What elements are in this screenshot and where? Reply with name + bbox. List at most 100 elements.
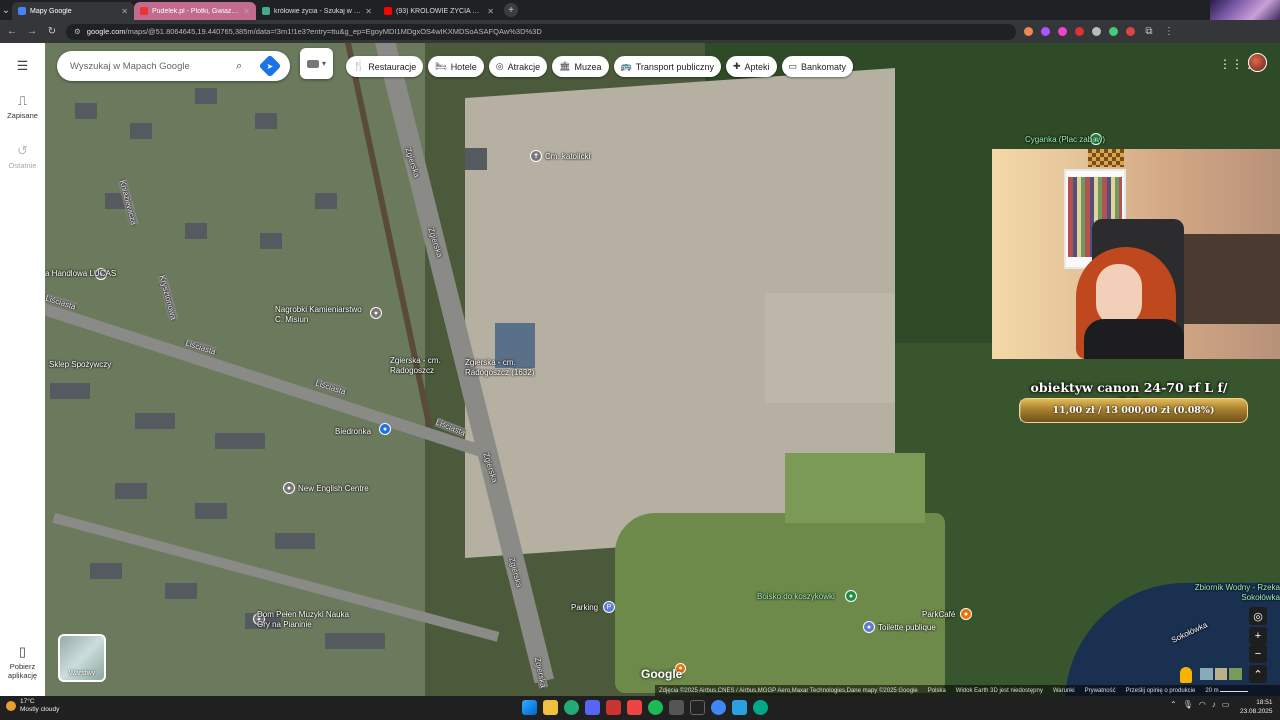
windows-start-icon[interactable] [522,700,537,715]
cemetery-pin-icon[interactable]: ✝ [530,150,542,162]
parking-pin-icon[interactable]: P [603,601,615,613]
close-icon[interactable]: ✕ [243,7,250,16]
app-icon[interactable] [606,700,621,715]
extension-icon[interactable] [1041,27,1050,36]
cafe-pin-icon[interactable]: ● [960,608,972,620]
reload-icon[interactable]: ↻ [46,26,58,37]
tab-youtube[interactable]: (93) KRÓLOWIE ŻYCIA Sezon 6 ✕ [378,2,500,20]
scale-bar[interactable]: 20 m [1205,688,1249,694]
school-pin-icon[interactable]: ● [283,482,295,494]
place-label[interactable]: Boisko do koszykówki [757,592,835,601]
close-icon[interactable]: ✕ [365,7,372,16]
app-icon[interactable] [669,700,684,715]
place-label[interactable]: Zgierska - cm. Radogoszcz (1632) [465,358,545,378]
extension-icon[interactable] [1109,27,1118,36]
obs-icon[interactable] [627,700,642,715]
pegman-icon[interactable] [1180,667,1192,683]
terms-link[interactable]: Warunki [1053,688,1075,694]
recent-button[interactable]: ↺ Ostatnie [0,143,45,170]
volume-icon[interactable]: ♪ [1212,700,1216,709]
close-icon[interactable]: ✕ [487,7,494,16]
privacy-link[interactable]: Prywatność [1085,688,1116,694]
chip-restaurants[interactable]: 🍴 Restauracje [346,56,424,77]
download-app-button[interactable]: ▯ Pobierz aplikację [0,644,45,680]
toilet-pin-icon[interactable]: ● [863,621,875,633]
weather-widget[interactable]: 17°C Mostly cloudy [6,698,59,714]
discord-icon[interactable] [585,700,600,715]
place-label[interactable]: ParkCafé [922,610,955,619]
place-label[interactable]: Cyganka (Plac zabaw) [1025,135,1105,144]
place-label[interactable]: Parking [571,603,598,612]
extensions-puzzle-icon[interactable]: ⧉ [1143,26,1155,37]
menu-button[interactable]: ☰ [0,58,45,76]
chip-atms[interactable]: ▭ Bankomaty [781,56,854,77]
pharmacy-icon: ✚ [732,61,741,71]
file-explorer-icon[interactable] [543,700,558,715]
chip-attractions[interactable]: ◎ Atrakcje [488,56,548,77]
directions-button[interactable]: ➤ [258,54,282,78]
keyboard-input-button[interactable]: ▾ [300,48,333,79]
extension-icon[interactable] [1126,27,1135,36]
battery-icon[interactable]: ▭ [1222,700,1230,709]
layers-button[interactable]: Warstwy [58,634,106,682]
place-label[interactable]: Biedronka [335,427,371,436]
site-info-icon[interactable]: ⚙ [74,27,81,36]
tab-google-search[interactable]: królowie życia - Szukaj w Googl ✕ [256,2,378,20]
spotify-icon[interactable] [648,700,663,715]
forward-arrow-icon[interactable]: → [26,26,38,37]
satellite-map[interactable]: ▲ Cyganka (Plac zabaw) ✝ Cm. katolicki Z… [45,43,1280,696]
place-label[interactable]: Cm. katolicki [545,152,590,161]
chip-hotels[interactable]: 🛏 Hotele [428,56,484,77]
chip-transit[interactable]: 🚌 Transport publiczny [613,56,721,77]
store-pin-icon[interactable]: ● [370,307,382,319]
chevron-up-icon[interactable]: ⌃ [1170,700,1177,709]
github-icon[interactable] [690,700,705,715]
search-icon[interactable]: ⌕ [236,60,252,73]
chrome-profile-icon[interactable] [711,700,726,715]
place-label[interactable]: Zbiornik Wodny - Rzeka Sokołówka [1190,583,1280,603]
building [465,148,487,170]
back-arrow-icon[interactable]: ← [6,26,18,37]
imagery-thumbnails[interactable] [1200,668,1243,680]
chip-museums[interactable]: 🏛 Muzea [552,56,609,77]
place-label[interactable]: Sklep Spożywczy [49,360,111,369]
extension-icon[interactable] [1075,27,1084,36]
extension-icon[interactable] [1092,27,1101,36]
building [275,533,315,549]
app-icon[interactable] [732,700,747,715]
extension-icon[interactable] [1058,27,1067,36]
place-label[interactable]: Nagrobki Kamieniarstwo C. Misiun [275,305,370,325]
expand-button[interactable]: ⌃ [1249,665,1267,683]
place-label[interactable]: New English Centre [298,484,369,493]
tab-menu-icon[interactable]: ⌄ [0,5,12,16]
url-field[interactable]: ⚙ google.com/maps/@51.8064645,19.440765,… [66,23,1016,40]
country-link[interactable]: Polska [928,688,946,694]
place-label[interactable]: Toilette publique [878,623,936,632]
browser-menu-icon[interactable]: ⋮ [1163,26,1175,37]
address-bar-row: ← → ↻ ⚙ google.com/maps/@51.8064645,19.4… [0,20,1280,43]
edge-icon[interactable] [753,700,768,715]
chip-pharmacies[interactable]: ✚ Apteki [725,56,777,77]
new-tab-button[interactable]: + [504,3,518,17]
saved-button[interactable]: ⎍ Zapisane [0,93,45,120]
close-icon[interactable]: ✕ [121,7,128,16]
search-input[interactable] [70,60,230,72]
shopping-pin-icon[interactable]: ● [379,423,391,435]
chrome-icon[interactable] [564,700,579,715]
place-label[interactable]: Dom Pełen Muzyki Nauka Gry na Pianinie [257,610,352,630]
extension-icon[interactable] [1024,27,1033,36]
keyboard-icon [306,59,319,68]
tab-pudelek[interactable]: Pudelek.pl - Plotki, Gwiazdy, S ✕ [134,2,256,20]
my-location-button[interactable]: ◎ [1249,607,1267,625]
field-area [785,453,925,523]
zoom-in-button[interactable]: + [1249,627,1267,645]
basketball-pin-icon[interactable]: ● [845,590,857,602]
avatar[interactable] [1248,53,1267,72]
feedback-link[interactable]: Prześlij opinię o produkcie [1126,688,1196,694]
tab-google-maps[interactable]: Mapy Google ✕ [12,2,134,20]
mic-icon[interactable]: 🎙 [1183,700,1193,709]
wifi-icon[interactable]: ◠ [1199,700,1206,709]
place-label[interactable]: a Handlowa LUCAS [45,269,116,278]
clock[interactable]: 18:51 23.08.2025 [1240,698,1273,716]
zoom-out-button[interactable]: − [1249,645,1267,663]
